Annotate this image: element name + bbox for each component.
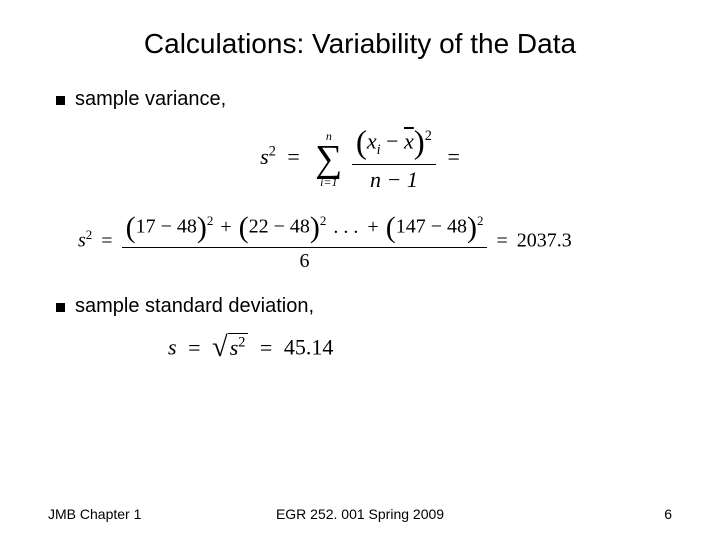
t2b: 48 (290, 216, 310, 238)
paren-open: ( (356, 125, 367, 161)
num-exp: 2 (425, 128, 432, 144)
var-eq: = (287, 144, 299, 169)
formula-variance-calc: s2 = (17 − 48)2 + (22 − 48)2 . . . + (14… (78, 211, 672, 273)
vc-lhs-exp: 2 (86, 227, 93, 242)
plus2: + (367, 216, 378, 238)
paren-close: ) (414, 125, 425, 161)
var-den: n − 1 (352, 165, 436, 193)
sd-result: 45.14 (284, 335, 334, 360)
xi: x (367, 129, 377, 154)
dots: . . . (333, 216, 358, 238)
sd-lhs: s (168, 335, 177, 360)
t3a: 147 (396, 216, 426, 238)
bullet-square-icon (56, 96, 65, 105)
bullet-variance-label: sample variance, (75, 88, 226, 111)
formula-variance-definition: s2 = n ∑ i=1 (xi − x)2 n − 1 = (48, 125, 672, 193)
bullet-variance: sample variance, (56, 88, 672, 111)
t2exp: 2 (320, 213, 327, 228)
sigma-icon: n ∑ i=1 (315, 130, 342, 188)
bullet-stddev: sample standard deviation, (56, 295, 672, 318)
var-fraction: (xi − x)2 n − 1 (352, 125, 436, 193)
footer-center: EGR 252. 001 Spring 2009 (276, 506, 444, 522)
vc-result: 2037.3 (517, 230, 572, 252)
vc-lhs: s (78, 230, 86, 252)
t1b: 48 (177, 216, 197, 238)
slide: Calculations: Variability of the Data sa… (0, 0, 720, 540)
sqrt-icon: √ (212, 332, 228, 363)
plus1: + (220, 216, 231, 238)
var-lhs-exp: 2 (269, 144, 276, 160)
sd-arg: s (230, 335, 239, 360)
var-lhs: s (260, 144, 269, 169)
t2a: 22 (249, 216, 269, 238)
trail-eq: = (447, 144, 459, 169)
bullet-square-icon (56, 303, 65, 312)
sd-eq2: = (260, 335, 272, 360)
footer-page-number: 6 (664, 506, 672, 522)
t3exp: 2 (477, 213, 484, 228)
sd-eq: = (188, 335, 200, 360)
vc-eq2: = (496, 230, 507, 252)
vc-den: 6 (122, 248, 488, 273)
bullet-stddev-label: sample standard deviation, (75, 295, 314, 318)
t3b: 48 (447, 216, 467, 238)
vc-fraction: (17 − 48)2 + (22 − 48)2 . . . + (147 − 4… (122, 211, 488, 273)
xbar: x (404, 129, 414, 154)
footer-left: JMB Chapter 1 (48, 506, 141, 522)
formula-stddev: s = √s2 = 45.14 (168, 332, 672, 364)
t1a: 17 (136, 216, 156, 238)
vc-eq: = (101, 230, 112, 252)
minus: − (381, 129, 404, 154)
sd-arg-exp: 2 (238, 334, 245, 350)
t1exp: 2 (207, 213, 214, 228)
page-title: Calculations: Variability of the Data (68, 28, 652, 60)
footer: JMB Chapter 1 EGR 252. 001 Spring 2009 6 (0, 506, 720, 522)
